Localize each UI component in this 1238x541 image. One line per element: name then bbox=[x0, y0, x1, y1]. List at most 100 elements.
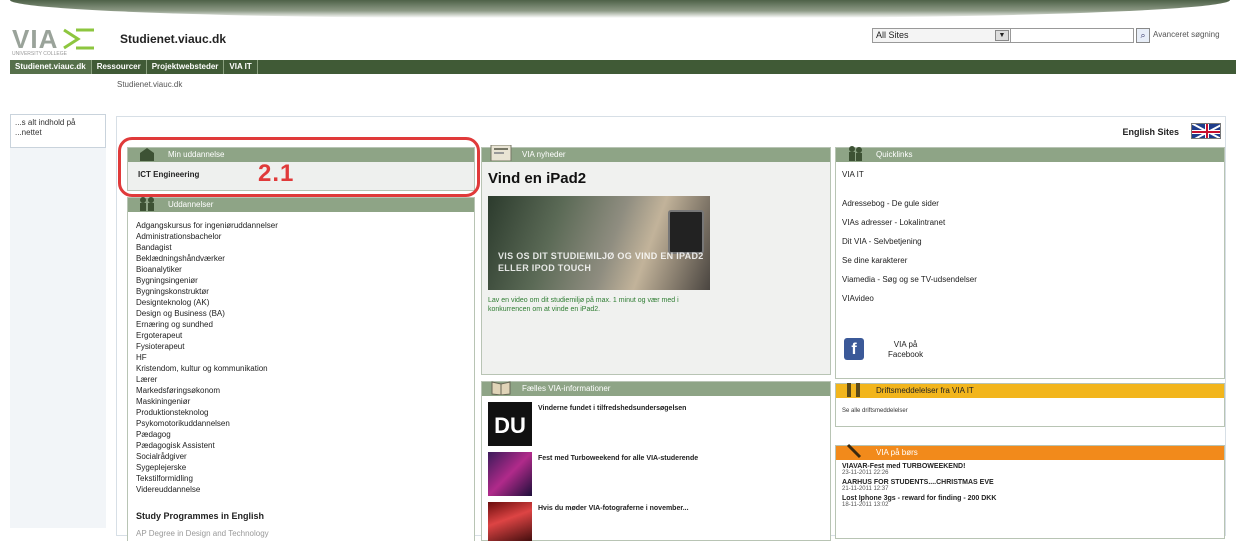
uk-flag-icon[interactable] bbox=[1191, 123, 1221, 139]
facebook-link[interactable]: VIA på Facebook bbox=[888, 340, 923, 360]
list-item[interactable]: Produktionsteknolog bbox=[136, 407, 466, 418]
list-item[interactable]: Beklædningshåndværker bbox=[136, 253, 466, 264]
list-item[interactable]: Ergoterapeut bbox=[136, 330, 466, 341]
quicklink-vias-adresser[interactable]: VIAs adresser - Lokalintranet bbox=[842, 218, 1218, 227]
list-item[interactable]: Bygningsingeniør bbox=[136, 275, 466, 286]
logo-mark-icon bbox=[63, 28, 94, 50]
facebook-icon[interactable]: f bbox=[844, 338, 864, 360]
list-item[interactable]: Hvis du møder VIA-fotograferne i novembe… bbox=[482, 496, 830, 541]
nav-item-studienet[interactable]: Studienet.viauc.dk bbox=[10, 60, 92, 74]
news-thumbnail[interactable] bbox=[488, 502, 532, 541]
list-item[interactable]: VIAVAR-Fest med TURBOWEEKEND! 23-11-2011… bbox=[836, 460, 1224, 476]
list-item[interactable]: Pædagogisk Assistent bbox=[136, 440, 466, 451]
left-nav-all-content[interactable]: ...s alt indhold på ...nettet bbox=[10, 114, 106, 148]
list-item[interactable]: Fysioterapeut bbox=[136, 341, 466, 352]
list-item[interactable]: Tekstilformidling bbox=[136, 473, 466, 484]
panel-title: VIA på børs bbox=[876, 448, 918, 457]
panel-header-drift: Driftsmeddelelser fra VIA IT bbox=[836, 383, 1224, 398]
news-item-title[interactable]: Fest med Turboweekend for alle VIA-stude… bbox=[538, 454, 718, 463]
panel-title: Driftsmeddelelser fra VIA IT bbox=[876, 386, 974, 395]
tools-icon bbox=[847, 383, 860, 397]
news-thumbnail[interactable]: DU bbox=[488, 402, 532, 446]
list-item[interactable]: Fest med Turboweekend for alle VIA-stude… bbox=[482, 446, 830, 496]
panel-header-faelles: Fælles VIA-informationer bbox=[482, 381, 830, 396]
people-icon bbox=[849, 146, 862, 161]
panel-header-quicklinks: Quicklinks bbox=[836, 146, 1224, 162]
news-item-title[interactable]: Vinderne fundet i tilfredshedsundersøgel… bbox=[538, 404, 718, 413]
facebook-label-line1: VIA på bbox=[893, 340, 918, 349]
panel-quicklinks: Quicklinks VIA IT Adressebog - De gule s… bbox=[835, 146, 1225, 379]
quicklink-viavideo[interactable]: VIAvideo bbox=[842, 294, 1218, 303]
via-logo[interactable]: VIA UNIVERSITY COLLEGE bbox=[12, 22, 102, 57]
drift-all-link[interactable]: Se alle driftsmeddelelser bbox=[836, 398, 1224, 424]
list-item[interactable]: Maskiningeniør bbox=[136, 396, 466, 407]
list-item[interactable]: Pædagog bbox=[136, 429, 466, 440]
facebook-label-line2: Facebook bbox=[888, 350, 924, 359]
quicklink-adressebog[interactable]: Adressebog - De gule sider bbox=[842, 199, 1218, 208]
list-item[interactable]: Markedsføringsøkonom bbox=[136, 385, 466, 396]
panel-header-boers: VIA på børs bbox=[836, 443, 1224, 460]
breadcrumb[interactable]: Studienet.viauc.dk bbox=[117, 80, 182, 89]
quicklink-via-it[interactable]: VIA IT bbox=[842, 170, 1218, 179]
nav-item-ressourcer[interactable]: Ressourcer bbox=[92, 60, 147, 74]
panel-uddannelser: Uddannelser Adgangskursus for ingeniørud… bbox=[127, 197, 475, 541]
logo-subtitle: UNIVERSITY COLLEGE bbox=[12, 51, 67, 57]
list-item[interactable]: Bandagist bbox=[136, 242, 466, 253]
left-column-background bbox=[10, 148, 106, 528]
list-item[interactable]: Designteknolog (AK) bbox=[136, 297, 466, 308]
list-item[interactable]: Lærer bbox=[136, 374, 466, 385]
boers-item-title[interactable]: Lost Iphone 3gs - reward for finding - 2… bbox=[842, 495, 1218, 502]
quicklink-viamedia[interactable]: Viamedia - Søg og se TV-udsendelser bbox=[842, 275, 1218, 284]
list-item[interactable]: Administrationsbachelor bbox=[136, 231, 466, 242]
list-item[interactable]: Videreuddannelse bbox=[136, 484, 466, 495]
list-item[interactable]: Lost Iphone 3gs - reward for finding - 2… bbox=[836, 492, 1224, 508]
news-image-caption: VIS OS DIT STUDIEMILJØ OG VIND EN IPAD2 … bbox=[498, 251, 704, 273]
nav-item-projektwebsteder[interactable]: Projektwebsteder bbox=[147, 60, 225, 74]
english-sites-link[interactable]: English Sites bbox=[1122, 127, 1179, 137]
annotation-label: 2.1 bbox=[258, 160, 295, 187]
top-navigation: Studienet.viauc.dk Ressourcer Projektweb… bbox=[10, 60, 1236, 74]
site-title[interactable]: Studienet.viauc.dk bbox=[120, 32, 226, 46]
book-icon bbox=[491, 381, 511, 395]
search-scope-select[interactable]: All Sites ▼ bbox=[872, 28, 1012, 43]
list-item[interactable]: Design og Business (BA) bbox=[136, 308, 466, 319]
news-thumbnail[interactable] bbox=[488, 452, 532, 496]
list-item[interactable]: HF bbox=[136, 352, 466, 363]
list-item[interactable]: Ernæring og sundhed bbox=[136, 319, 466, 330]
list-item[interactable]: Adgangskursus for ingeniøruddannelser bbox=[136, 220, 466, 231]
english-programmes-heading: Study Programmes in English bbox=[136, 511, 265, 521]
list-item[interactable]: AARHUS FOR STUDENTS....CHRISTMAS EVE 21-… bbox=[836, 476, 1224, 492]
news-description-link[interactable]: Lav en video om dit studiemiljø på max. … bbox=[488, 296, 710, 314]
news-headline[interactable]: Vind en iPad2 bbox=[488, 170, 830, 187]
panel-header-uddannelser: Uddannelser bbox=[128, 197, 474, 212]
annotation-highlight bbox=[118, 137, 480, 197]
list-item[interactable]: Kristendom, kultur og kommunikation bbox=[136, 363, 466, 374]
list-item[interactable]: Bygningskonstruktør bbox=[136, 286, 466, 297]
panel-driftsmeddelelser: Driftsmeddelelser fra VIA IT Se alle dri… bbox=[835, 383, 1225, 427]
site-header: VIA UNIVERSITY COLLEGE Studienet.viauc.d… bbox=[10, 20, 1230, 58]
list-item[interactable]: DU Vinderne fundet i tilfredshedsundersø… bbox=[482, 396, 830, 446]
education-list: Adgangskursus for ingeniøruddannelser Ad… bbox=[128, 212, 474, 503]
boers-item-date: 18-11-2011 13:02 bbox=[842, 502, 889, 508]
list-item[interactable]: Bioanalytiker bbox=[136, 264, 466, 275]
boers-item-title[interactable]: AARHUS FOR STUDENTS....CHRISTMAS EVE bbox=[842, 479, 1218, 486]
list-item[interactable]: Sygeplejerske bbox=[136, 462, 466, 473]
list-item[interactable]: Socialrådgiver bbox=[136, 451, 466, 462]
news-item-title[interactable]: Hvis du møder VIA-fotograferne i novembe… bbox=[538, 504, 718, 513]
news-image[interactable]: VIS OS DIT STUDIEMILJØ OG VIND EN IPAD2 … bbox=[488, 196, 710, 290]
quicklink-dit-via[interactable]: Dit VIA - Selvbetjening bbox=[842, 237, 1218, 246]
panel-title: Quicklinks bbox=[876, 150, 913, 159]
boers-item-title[interactable]: VIAVAR-Fest med TURBOWEEKEND! bbox=[842, 463, 1218, 470]
advanced-search-link[interactable]: Avanceret søgning bbox=[1153, 30, 1220, 39]
nav-item-via-it[interactable]: VIA IT bbox=[224, 60, 258, 74]
english-programme-item[interactable]: AP Degree in Design and Technology bbox=[128, 529, 474, 538]
search-icon[interactable]: ⌕ bbox=[1136, 28, 1150, 43]
panel-via-paa-boers: VIA på børs VIAVAR-Fest med TURBOWEEKEND… bbox=[835, 443, 1225, 539]
panel-via-nyheder: VIA nyheder Vind en iPad2 VIS OS DIT STU… bbox=[481, 145, 831, 375]
chevron-down-icon[interactable]: ▼ bbox=[995, 30, 1009, 41]
list-item[interactable]: Psykomotorikuddannelsen bbox=[136, 418, 466, 429]
search-input[interactable] bbox=[1010, 28, 1134, 43]
quicklink-karakterer[interactable]: Se dine karakterer bbox=[842, 256, 1218, 265]
quicklinks-list: VIA IT Adressebog - De gule sider VIAs a… bbox=[836, 162, 1224, 321]
window-top-shade bbox=[10, 0, 1230, 18]
